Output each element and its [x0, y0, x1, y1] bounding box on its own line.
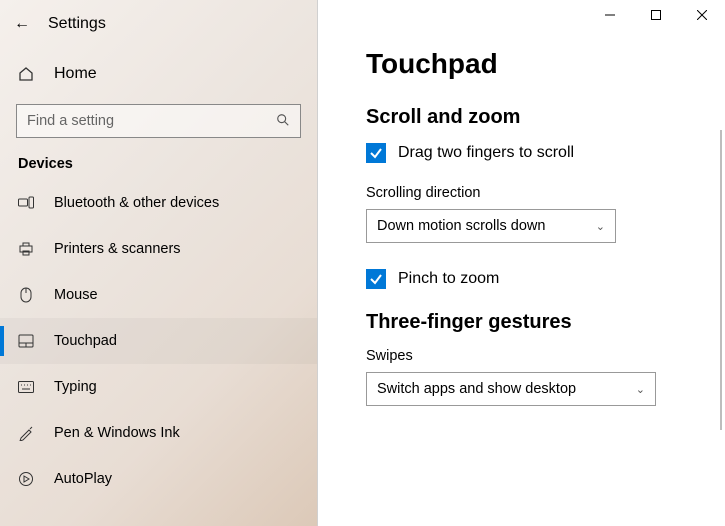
sidebar-item-label: Typing: [54, 379, 97, 395]
chevron-down-icon: ⌄: [636, 383, 645, 396]
keyboard-icon: [18, 381, 34, 393]
home-icon: [18, 66, 34, 82]
checkbox-pinch-to-zoom[interactable]: Pinch to zoom: [366, 269, 725, 289]
pen-icon: [18, 425, 34, 441]
maximize-button[interactable]: [633, 0, 679, 30]
dropdown-scrolling-direction[interactable]: Down motion scrolls down ⌄: [366, 209, 616, 243]
dropdown-swipes[interactable]: Switch apps and show desktop ⌄: [366, 372, 656, 406]
dropdown-value: Switch apps and show desktop: [377, 381, 576, 397]
settings-window: ← Settings Home Devices Bluetooth & othe…: [0, 0, 725, 526]
sidebar-item-label: Mouse: [54, 287, 98, 303]
main-content: Touchpad Scroll and zoom Drag two finger…: [318, 0, 725, 526]
sidebar-item-label: Pen & Windows Ink: [54, 425, 180, 441]
label-scrolling-direction: Scrolling direction: [366, 185, 725, 201]
scrollbar[interactable]: [720, 130, 722, 430]
checkbox-label: Pinch to zoom: [398, 270, 499, 288]
devices-icon: [18, 196, 34, 210]
checkbox-icon: [366, 143, 386, 163]
checkbox-drag-two-fingers[interactable]: Drag two fingers to scroll: [366, 143, 725, 163]
app-title: Settings: [48, 15, 106, 33]
search-box[interactable]: [16, 104, 301, 138]
printer-icon: [18, 241, 34, 257]
touchpad-icon: [18, 334, 34, 348]
search-input[interactable]: [27, 113, 276, 129]
sidebar-item-label: Printers & scanners: [54, 241, 181, 257]
label-swipes: Swipes: [366, 348, 725, 364]
checkbox-label: Drag two fingers to scroll: [398, 144, 574, 162]
sidebar-item-mouse[interactable]: Mouse: [0, 272, 317, 318]
search-icon: [276, 113, 290, 130]
mouse-icon: [18, 287, 34, 303]
sidebar-item-typing[interactable]: Typing: [0, 364, 317, 410]
nav-home-label: Home: [54, 65, 97, 83]
page-title: Touchpad: [366, 48, 725, 80]
section-scroll-zoom: Scroll and zoom: [366, 106, 725, 129]
sidebar-item-label: AutoPlay: [54, 471, 112, 487]
titlebar: ← Settings: [0, 8, 317, 40]
nav-home[interactable]: Home: [0, 54, 317, 94]
checkbox-icon: [366, 269, 386, 289]
window-controls: [587, 0, 725, 30]
sidebar-item-autoplay[interactable]: AutoPlay: [0, 456, 317, 502]
chevron-down-icon: ⌄: [596, 220, 605, 233]
sidebar-item-label: Bluetooth & other devices: [54, 195, 219, 211]
back-icon[interactable]: ←: [14, 15, 30, 33]
sidebar-item-printers[interactable]: Printers & scanners: [0, 226, 317, 272]
section-three-finger: Three-finger gestures: [366, 311, 725, 334]
autoplay-icon: [18, 471, 34, 487]
sidebar-item-label: Touchpad: [54, 333, 117, 349]
minimize-button[interactable]: [587, 0, 633, 30]
dropdown-value: Down motion scrolls down: [377, 218, 545, 234]
category-header: Devices: [0, 138, 317, 180]
close-button[interactable]: [679, 0, 725, 30]
sidebar-item-pen[interactable]: Pen & Windows Ink: [0, 410, 317, 456]
sidebar-item-bluetooth[interactable]: Bluetooth & other devices: [0, 180, 317, 226]
sidebar: ← Settings Home Devices Bluetooth & othe…: [0, 0, 318, 526]
sidebar-item-touchpad[interactable]: Touchpad: [0, 318, 317, 364]
